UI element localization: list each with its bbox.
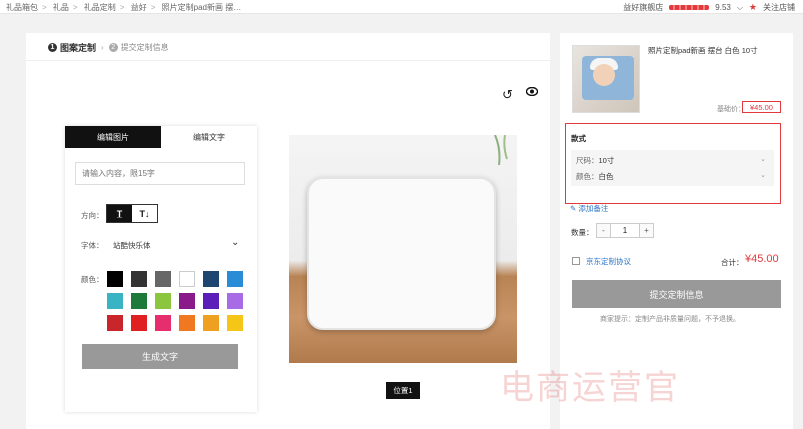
color-swatch[interactable] <box>155 293 171 309</box>
color-swatch[interactable] <box>107 271 123 287</box>
step-label: 提交定制信息 <box>120 43 169 52</box>
color-swatch[interactable] <box>131 315 147 331</box>
increase-button[interactable]: + <box>640 224 653 237</box>
breadcrumb-item[interactable]: 礼品箱包 <box>6 3 38 12</box>
vertical-text-icon[interactable]: T↓ <box>132 205 157 222</box>
color-swatch[interactable] <box>155 315 171 331</box>
chevron-down-icon[interactable]: ⌵ <box>737 3 743 13</box>
tab-edit-image[interactable]: 编辑图片 <box>65 126 161 148</box>
text-content-input[interactable] <box>75 162 245 185</box>
base-price-label: 基础价： <box>717 106 745 113</box>
color-palette <box>107 271 243 331</box>
total-price: ¥45.00 <box>745 253 779 265</box>
color-swatch[interactable] <box>203 271 219 287</box>
font-select[interactable]: 站酷快乐体 <box>113 240 151 251</box>
tab-edit-text[interactable]: 编辑文字 <box>161 126 257 148</box>
agreement-link[interactable]: 京东定制协议 <box>586 256 631 267</box>
color-swatch[interactable] <box>131 293 147 309</box>
color-swatch[interactable] <box>203 293 219 309</box>
customize-panel: 1图案定制 › 2提交定制信息 ↺ 编辑图片 编辑文字 方向： T̲ T↓ 字体… <box>26 33 550 429</box>
product-preview-canvas[interactable] <box>289 135 517 363</box>
submit-customization-button[interactable]: 提交定制信息 <box>572 280 781 308</box>
top-bar: 礼品箱包 > 礼品 > 礼品定制 > 益好 > 照片定制pad新画 摆… 益好旗舰店 9… <box>0 0 803 14</box>
total-label: 合计： <box>721 258 744 267</box>
add-note-label: 添加备注 <box>578 204 609 213</box>
color-swatch[interactable] <box>203 315 219 331</box>
shop-name[interactable]: 益好旗舰店 <box>623 2 663 13</box>
direction-label: 方向： <box>81 211 104 220</box>
spec-title: 款式 <box>571 134 586 143</box>
color-swatch[interactable] <box>227 271 243 287</box>
divider <box>26 60 550 61</box>
color-swatch[interactable] <box>179 293 195 309</box>
color-swatch[interactable] <box>107 315 123 331</box>
direction-toggle: T̲ T↓ <box>106 204 158 223</box>
product-title: 照片定制pad新画 摆台 白色 10寸 <box>648 46 758 55</box>
quantity-label: 数量： <box>571 228 594 237</box>
color-swatch[interactable] <box>227 293 243 309</box>
breadcrumb-item[interactable]: 益好 <box>131 3 147 12</box>
quantity-input[interactable]: 1 <box>610 224 640 237</box>
step-indicator: 1 图案定制 › 2 提交定制信息 <box>48 41 169 54</box>
breadcrumb-item[interactable]: 礼品定制 <box>84 3 116 12</box>
add-note-link[interactable]: ✎ 添加备注 <box>570 203 608 214</box>
quantity-stepper: - 1 + <box>596 223 654 238</box>
shop-info: 益好旗舰店 9.53 ⌵ ★ 关注店铺 <box>623 2 795 13</box>
size-value: 10寸 <box>598 156 615 165</box>
font-label: 字体： <box>81 241 104 250</box>
step-number: 1 <box>48 43 57 52</box>
chevron-down-icon[interactable]: ⌄ <box>760 171 766 179</box>
generate-text-button[interactable]: 生成文字 <box>82 344 238 369</box>
color-swatch[interactable] <box>179 271 195 287</box>
color-swatch[interactable] <box>227 315 243 331</box>
horizontal-text-icon[interactable]: T̲ <box>107 205 132 222</box>
step-2: 2 提交定制信息 <box>108 42 169 53</box>
editor-card: 编辑图片 编辑文字 方向： T̲ T↓ 字体： 站酷快乐体 ⌄ 颜色： 生成文字 <box>65 126 257 412</box>
follow-shop-link[interactable]: 关注店铺 <box>763 2 795 13</box>
shop-score: 9.53 <box>715 3 731 12</box>
product-thumbnail <box>572 45 640 113</box>
chevron-right-icon: › <box>101 43 104 52</box>
watermark: 电商运营官 <box>500 368 680 408</box>
color-value: 白色 <box>598 172 614 181</box>
spec-section: 款式 尺码：10寸 ⌄ 颜色：白色 ⌄ <box>565 123 781 204</box>
color-swatch[interactable] <box>107 293 123 309</box>
rating-bar <box>669 5 710 10</box>
position-button[interactable]: 位置1 <box>386 382 420 399</box>
color-label: 颜色： <box>576 172 599 181</box>
star-icon: ★ <box>748 2 757 12</box>
breadcrumb-item[interactable]: 礼品 <box>53 3 69 12</box>
agreement-checkbox[interactable] <box>572 257 580 265</box>
breadcrumb: 礼品箱包 > 礼品 > 礼品定制 > 益好 > 照片定制pad新画 摆… <box>6 3 242 12</box>
step-label: 图案定制 <box>60 43 97 53</box>
size-label: 尺码： <box>576 156 599 165</box>
size-option[interactable]: 尺码：10寸 <box>576 155 614 166</box>
color-swatch[interactable] <box>179 315 195 331</box>
breadcrumb-item: 照片定制pad新画 摆… <box>161 3 242 12</box>
color-option[interactable]: 颜色：白色 <box>576 171 614 182</box>
color-swatch[interactable] <box>155 271 171 287</box>
chevron-down-icon[interactable]: ⌄ <box>760 155 766 163</box>
photo-frame[interactable] <box>307 177 496 330</box>
edit-icon: ✎ <box>570 204 577 213</box>
decrease-button[interactable]: - <box>597 224 610 237</box>
spec-options: 尺码：10寸 ⌄ 颜色：白色 ⌄ <box>571 150 774 186</box>
preview-eye-icon[interactable] <box>525 86 539 99</box>
color-label: 颜色： <box>81 275 104 284</box>
step-1: 1 图案定制 <box>48 41 96 54</box>
merchant-tip: 商家提示：定制产品非质量问题，不予退换。 <box>600 316 740 323</box>
plant-decoration <box>494 135 508 165</box>
undo-icon[interactable]: ↺ <box>502 87 513 103</box>
step-number: 2 <box>108 43 118 52</box>
chevron-down-icon[interactable]: ⌄ <box>231 237 239 248</box>
editor-tabs: 编辑图片 编辑文字 <box>65 126 257 148</box>
color-swatch[interactable] <box>131 271 147 287</box>
base-price: ¥45.00 <box>742 101 781 113</box>
